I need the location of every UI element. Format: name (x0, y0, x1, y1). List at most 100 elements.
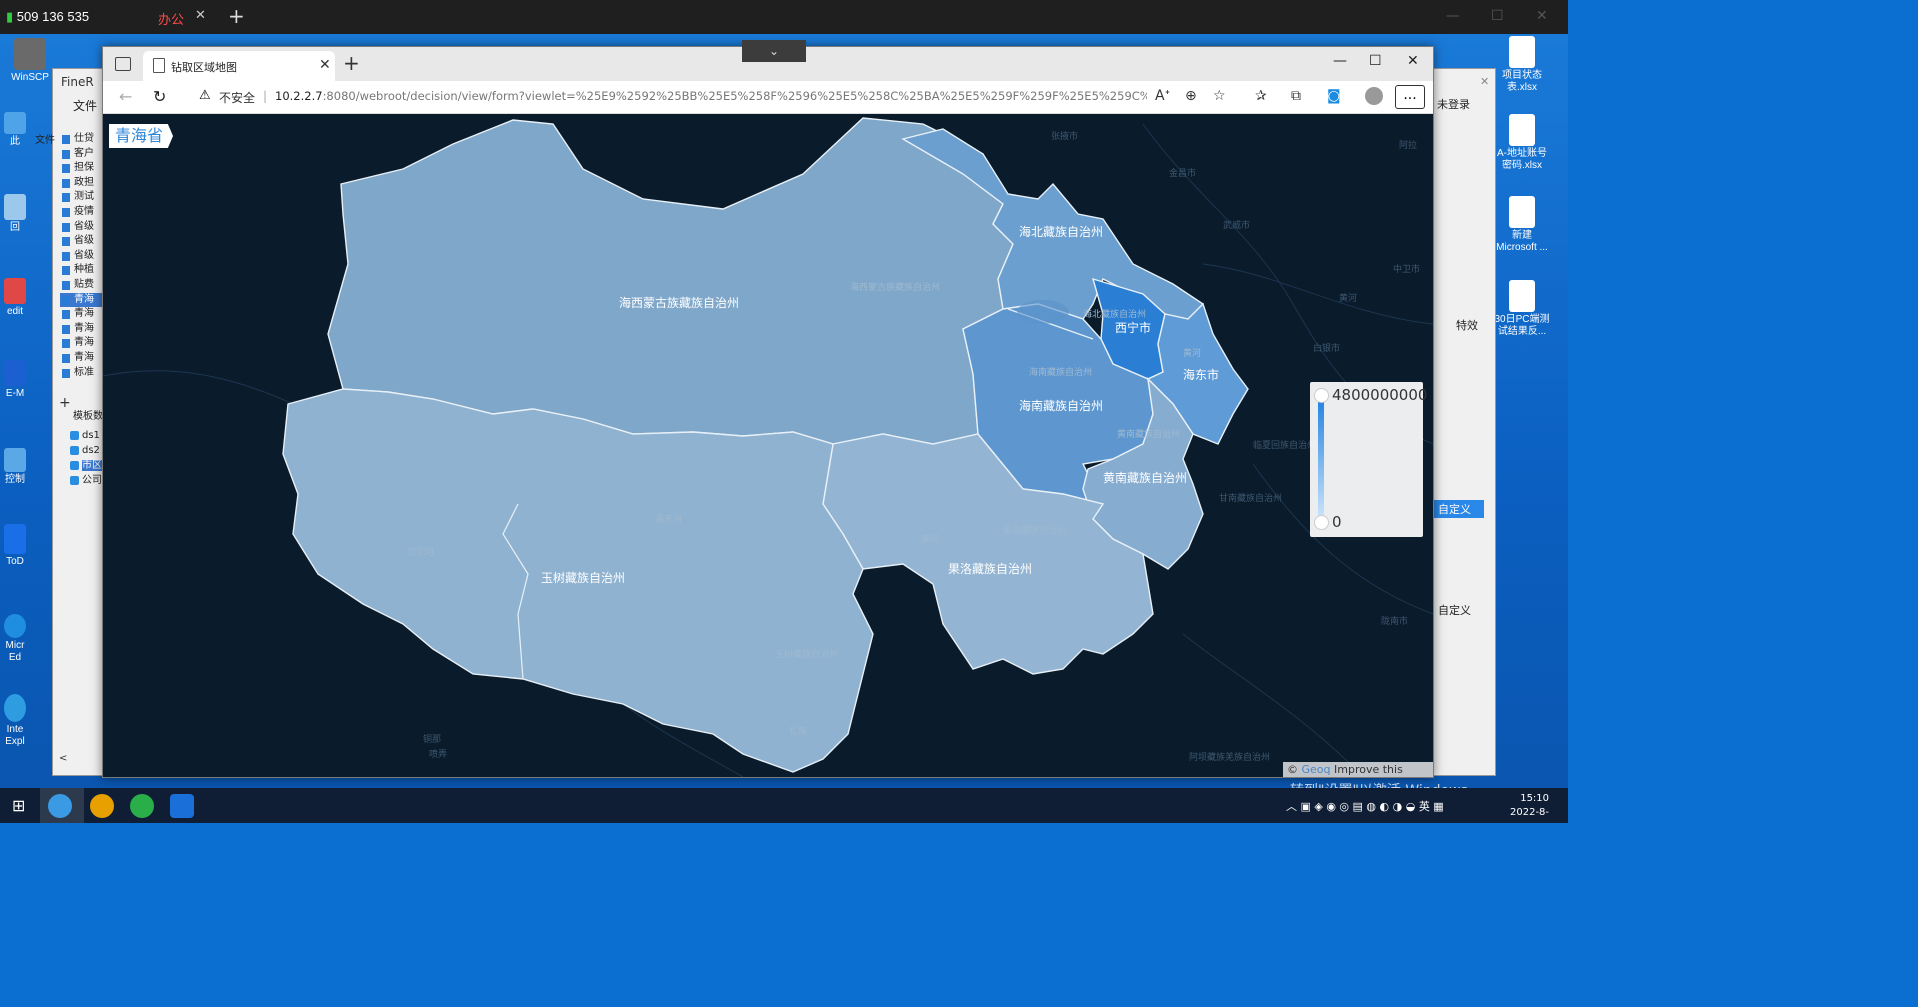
tree-item[interactable]: 青海 (60, 307, 105, 322)
minimize-icon[interactable]: — (1446, 8, 1460, 24)
faint-haixi: 海西蒙古族藏族自治州 (850, 281, 940, 293)
tree-item[interactable]: 担保 (60, 161, 105, 176)
geoq-link[interactable]: Geoq (1302, 763, 1331, 776)
close-icon[interactable]: ✕ (195, 8, 206, 23)
legend-min-value: 0 (1332, 513, 1342, 531)
tree-item[interactable]: 省级 (60, 234, 105, 249)
close-window-icon[interactable]: ✕ (1407, 53, 1419, 69)
edge-browser-window[interactable]: 钻取区域地图 ✕ + — ☐ ✕ ← ↻ ⚠ 不安全 | 10.2.2.7:80… (102, 46, 1434, 778)
color-legend[interactable]: 4800000000 0 (1310, 382, 1427, 537)
label-hainan[interactable]: 海南藏族自治州 (1019, 398, 1103, 413)
tree-item[interactable]: 省级 (60, 220, 105, 235)
desktop-file-address-accounts[interactable]: A-地址账号密码.xlsx (1494, 114, 1550, 172)
desktop-icon-pc[interactable]: 此 (0, 112, 30, 148)
url-input[interactable]: 10.2.2.7:8080/webroot/decision/view/form… (275, 89, 1147, 103)
desktop-icon-recycle[interactable]: 回 (0, 194, 30, 234)
effects-tab[interactable]: 特效 (1456, 317, 1478, 333)
scroll-left-icon[interactable]: < (59, 753, 67, 764)
windows-start-icon[interactable]: ⊞ (12, 796, 25, 815)
label-golog[interactable]: 果洛藏族自治州 (948, 561, 1032, 576)
desktop-icon-todesk[interactable]: ToD (0, 524, 30, 568)
maximize-icon[interactable]: ☐ (1369, 53, 1382, 69)
legend-max-handle[interactable] (1314, 388, 1329, 403)
collections-icon[interactable]: ⧉ (1291, 88, 1301, 104)
desktop-file-project-status[interactable]: 项目状态表.xlsx (1494, 36, 1550, 94)
tree-item[interactable]: 省级 (60, 249, 105, 264)
tree-item[interactable]: 青海 (60, 322, 105, 337)
desktop-icon-edge[interactable]: Micr Ed (0, 614, 30, 664)
province-breadcrumb[interactable]: 青海省 (109, 124, 174, 148)
tab-actions-icon[interactable] (115, 57, 131, 71)
settings-more-button[interactable]: ... (1395, 85, 1425, 109)
favorites-icon[interactable]: ✰ (1255, 88, 1267, 104)
tree-item[interactable]: 种植 (60, 263, 105, 278)
province-map[interactable]: 张掖市 金昌市 武威市 中卫市 白银市 临夏回族自治州 甘南藏族自治州 陇南市 … (103, 114, 1433, 777)
system-tray[interactable]: ︿ ▣ ◈ ◉ ◎ ▤ ◍ ◐ ◑ ◒ 英 ▦ (1286, 798, 1444, 814)
tree-item[interactable]: 青海 (60, 336, 105, 351)
designer-title: FineR (61, 75, 94, 89)
tab-drill-region-map[interactable]: 钻取区域地图 ✕ (143, 51, 335, 81)
desktop-icon-email[interactable]: E-M (0, 360, 30, 400)
warning-icon[interactable]: ⚠ (199, 88, 211, 103)
label-haixi[interactable]: 海西蒙古族藏族自治州 (619, 295, 739, 310)
menu-file[interactable]: 文件 (73, 97, 97, 114)
dataset-item-selected[interactable]: 市区 (60, 458, 105, 473)
dataset-item[interactable]: 公司 (60, 473, 105, 488)
label-haibei[interactable]: 海北藏族自治州 (1019, 224, 1103, 239)
custom-button-2[interactable]: 自定义 (1438, 602, 1471, 618)
tree-item-selected[interactable]: 青海 (60, 292, 105, 308)
new-tab-button[interactable]: + (343, 51, 360, 75)
dataset-item[interactable]: ds2 (60, 443, 105, 458)
desktop-file-new-microsoft[interactable]: 新建 Microsoft ... (1494, 196, 1550, 254)
desktop-icon-ie[interactable]: Inte Expl (0, 694, 30, 748)
legend-min-handle[interactable] (1314, 515, 1329, 530)
label-xining[interactable]: 西宁市 (1115, 320, 1151, 335)
tree-item[interactable]: 测试 (60, 190, 105, 205)
close-tab-icon[interactable]: ✕ (319, 57, 331, 73)
remote-toolbar-toggle[interactable]: ⌄ (742, 40, 806, 62)
label-gannan: 甘南藏族自治州 (1219, 492, 1282, 504)
tree-item[interactable]: 标准 (60, 366, 105, 381)
tree-item[interactable]: 政担 (60, 176, 105, 191)
profile-icon[interactable] (1365, 87, 1383, 105)
desktop-icon-control[interactable]: 控制 (0, 448, 30, 486)
add-favorite-icon[interactable]: ☆ (1213, 88, 1226, 104)
insecure-label[interactable]: 不安全 (219, 89, 255, 106)
tree-item[interactable]: 疫情 (60, 205, 105, 220)
desktop-icon-winscp[interactable]: WinSCP (6, 38, 54, 84)
label-aba: 阿坝藏族羌族自治州 (1189, 751, 1270, 763)
new-session-button[interactable]: + (228, 4, 245, 28)
close-panel-icon[interactable]: ✕ (1480, 75, 1489, 88)
label-yushu[interactable]: 玉树藏族自治州 (541, 570, 625, 585)
label-huangnan[interactable]: 黄南藏族自治州 (1103, 470, 1187, 485)
map-view[interactable]: 张掖市 金昌市 武威市 中卫市 白银市 临夏回族自治州 甘南藏族自治州 陇南市 … (103, 114, 1433, 777)
remote-tab-office[interactable]: 办公 ✕ (150, 0, 215, 34)
label-tongna: 铜那 (423, 733, 441, 745)
tree-item[interactable]: 仕贷 (60, 132, 105, 147)
region-haixi[interactable] (327, 117, 1014, 445)
tree-item[interactable]: 客户 (60, 147, 105, 162)
read-aloud-icon[interactable]: Aᐩ (1155, 88, 1170, 104)
input-language[interactable]: 英 (1419, 800, 1430, 813)
label-haidong[interactable]: 海东市 (1183, 367, 1219, 382)
menu-file-secondary[interactable]: 文件 (35, 131, 55, 146)
add-dataset-button[interactable]: + (59, 395, 71, 411)
minimize-icon[interactable]: — (1333, 53, 1347, 69)
desktop-icon-edit[interactable]: edit (0, 278, 30, 318)
login-status[interactable]: 未登录 (1437, 96, 1470, 112)
maximize-icon[interactable]: ☐ (1491, 8, 1504, 24)
custom-button-1[interactable]: 自定义 (1434, 500, 1484, 518)
close-window-icon[interactable]: ✕ (1536, 8, 1548, 24)
zoom-icon[interactable]: ⊕ (1185, 88, 1197, 104)
finereport-taskbar-icon[interactable] (170, 794, 194, 818)
chrome-taskbar-icon[interactable] (90, 794, 114, 818)
tree-item[interactable]: 贴费 (60, 278, 105, 293)
wechat-taskbar-icon[interactable] (130, 794, 154, 818)
clock[interactable]: 15:10 2022-8- (1510, 792, 1549, 820)
back-icon[interactable]: ← (119, 87, 132, 106)
extension-icon[interactable]: ◙ (1327, 88, 1341, 104)
refresh-icon[interactable]: ↻ (153, 87, 166, 106)
dataset-item[interactable]: ds1 (60, 428, 105, 443)
tree-item[interactable]: 青海 (60, 351, 105, 366)
desktop-file-pc-test-results[interactable]: 30日PC端测试结果反... (1494, 280, 1550, 338)
